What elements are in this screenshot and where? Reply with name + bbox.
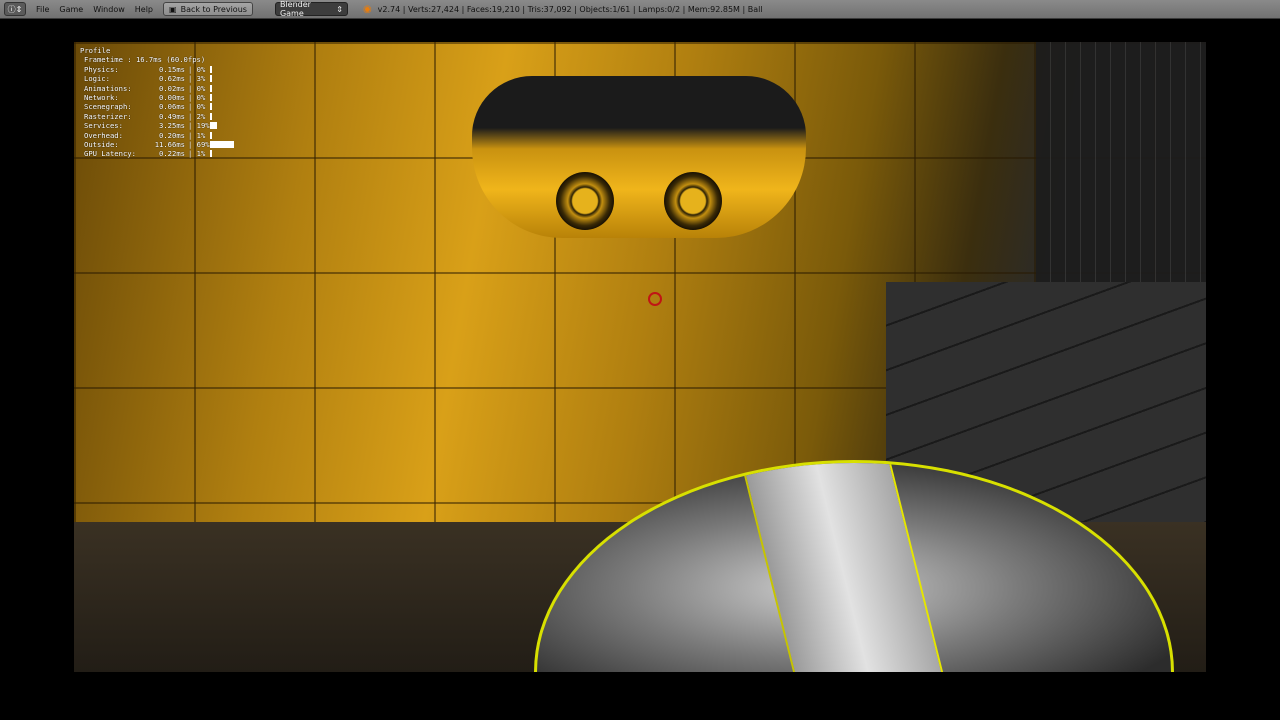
profile-bar (210, 84, 212, 92)
info-icon: ⓘ⇕ (7, 4, 23, 14)
profile-pct: | 0% (188, 83, 206, 93)
profile-ms: 0.62ms (159, 74, 185, 84)
profile-label: Services: (84, 121, 123, 131)
info-header: ⓘ⇕ File Game Window Help ▣ Back to Previo… (0, 0, 1280, 19)
profile-row: Outside: 11.66ms | 69% (80, 140, 235, 150)
menu-game[interactable]: Game (59, 5, 83, 14)
profile-row: Rasterizer: 0.49ms | 2% (80, 112, 234, 121)
profile-label: Rasterizer: (84, 111, 132, 121)
profile-row: GPU Latency: 0.22ms | 1% (80, 149, 234, 158)
blender-logo-icon: ◉ (362, 3, 372, 15)
profile-pct: | 2% (188, 111, 206, 121)
profile-bar (210, 150, 212, 158)
profile-bar (210, 94, 212, 102)
profile-ms: 0.49ms (159, 111, 185, 121)
profile-bar (210, 65, 212, 73)
dark-wall (1036, 42, 1206, 282)
profile-row: Network: 0.00ms | 0% (80, 93, 234, 102)
right-stick (664, 172, 722, 230)
back-to-previous-button[interactable]: ▣ Back to Previous (163, 2, 253, 16)
profile-pct: | 0% (188, 64, 206, 74)
game-viewport[interactable]: Profile Frametime : 16.7ms (60.0fps) Phy… (74, 42, 1206, 672)
profile-bar (210, 103, 212, 111)
render-engine-select[interactable]: Blender Game ⇕ (274, 0, 348, 18)
left-stick (556, 172, 614, 230)
render-engine-value: Blender Game (279, 0, 311, 18)
profile-ms: 0.00ms (159, 93, 185, 103)
profile-pct: | 1% (188, 130, 206, 140)
profile-label: Scenegraph: (84, 102, 132, 112)
profile-row: Animations: 0.02ms | 0% (80, 84, 234, 93)
profile-label: GPU Latency: (84, 149, 136, 159)
profile-ms: 0.06ms (159, 102, 185, 112)
profile-row: Physics: 0.15ms | 0% (80, 65, 234, 74)
profile-row: Services: 3.25ms | 19% (80, 121, 234, 130)
profile-row: Scenegraph: 0.06ms | 0% (80, 102, 234, 111)
profile-pct: | 69% (188, 140, 210, 150)
profile-pct: | 3% (188, 74, 206, 84)
frametime-row: Frametime : 16.7ms (60.0fps) (80, 55, 234, 64)
screen-icon: ▣ (169, 4, 177, 14)
scene-stats: v2.74 | Verts:27,424 | Faces:19,210 | Tr… (377, 4, 763, 14)
profile-bar (210, 141, 235, 149)
profile-ms: 0.22ms (159, 149, 185, 159)
menu-window[interactable]: Window (93, 5, 125, 14)
profile-ms: 0.02ms (159, 83, 185, 93)
profile-ms: 3.25ms (159, 121, 185, 131)
profile-bar (210, 112, 212, 120)
profile-label: Logic: (84, 74, 110, 84)
profile-pct: | 0% (188, 102, 206, 112)
ball-stripe (740, 463, 944, 672)
profile-ms: 0.15ms (159, 64, 185, 74)
profile-bar (210, 75, 212, 83)
profile-overlay: Profile Frametime : 16.7ms (60.0fps) Phy… (80, 46, 235, 159)
profile-label: Outside: (84, 140, 119, 150)
profile-row: Overhead: 0.20ms | 1% (80, 131, 234, 140)
frametime-value: 16.7ms (60.0fps) (135, 55, 206, 65)
profile-pct: | 19% (188, 121, 210, 131)
menu-file[interactable]: File (36, 5, 49, 14)
profile-row: Logic: 0.62ms | 3% (80, 74, 234, 83)
profile-title: Profile (80, 46, 111, 55)
menu-help[interactable]: Help (135, 5, 153, 14)
profile-pct: | 0% (188, 93, 206, 103)
profile-bar (210, 131, 212, 139)
profile-ms: 11.66ms (154, 140, 185, 150)
chevron-updown-icon: ⇕ (336, 4, 343, 14)
profile-label: Network: (84, 93, 119, 103)
profile-pct: | 1% (188, 149, 206, 159)
profile-bar (210, 122, 217, 130)
editor-type-button[interactable]: ⓘ⇕ (4, 2, 26, 16)
profile-label: Physics: (84, 64, 119, 74)
profile-label: Overhead: (84, 130, 123, 140)
back-to-previous-label: Back to Previous (180, 4, 247, 14)
profile-ms: 0.20ms (159, 130, 185, 140)
crosshair-icon (648, 292, 662, 306)
gamepad-model (472, 76, 806, 238)
profile-label: Animations: (84, 83, 132, 93)
frametime-label: Frametime : (84, 55, 132, 65)
